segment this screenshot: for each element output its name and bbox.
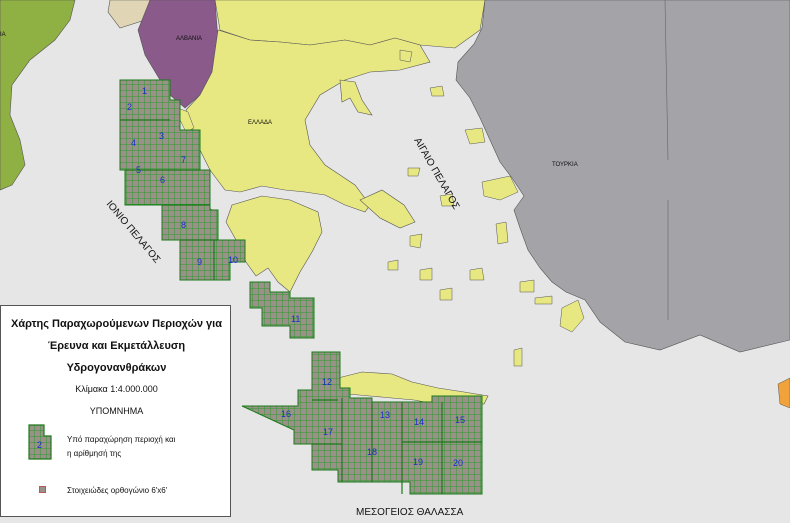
legend-title-line-3: Υδρογονανθράκων — [66, 362, 167, 374]
legend-title-line-2: Έρευνα και Εκμετάλλευση — [47, 340, 186, 352]
legend-elementary-rectangle-symbol — [39, 486, 46, 493]
block-13-label: 13 — [380, 410, 390, 420]
karpathos — [513, 347, 523, 367]
block-14-label: 14 — [414, 417, 424, 427]
block-9-label: 9 — [197, 257, 202, 267]
block-12-label: 12 — [322, 377, 332, 387]
block-18-label: 18 — [367, 447, 377, 457]
block-2-label: 2 — [127, 102, 132, 112]
block-8-label: 8 — [181, 220, 186, 230]
block-7-label: 7 — [181, 155, 186, 165]
italy-label: ΙΑ — [0, 32, 6, 38]
mediterranean-sea-label: ΜΕΣΟΓΕΙΟΣ ΘΑΛΑΣΣΑ — [356, 507, 464, 518]
greece-label: ΕΛΛΑΔΑ — [248, 120, 272, 126]
legend-sample-block-number: 2 — [37, 440, 42, 450]
block-15-label: 15 — [455, 415, 465, 425]
cyclades-c — [439, 287, 453, 301]
cyclades-a — [387, 259, 399, 271]
legend-title-line-1: Χάρτης Παραχωρούμενων Περιοχών για — [11, 318, 222, 330]
block-16-label: 16 — [281, 409, 291, 419]
block-19-label: 19 — [413, 457, 423, 467]
legend-item1-line2: η αρίθμησή της — [67, 449, 122, 458]
andros — [409, 233, 423, 249]
block-6-label: 6 — [160, 175, 165, 185]
albania-label: ΑΛΒΑΝΙΑ — [176, 36, 202, 42]
chios — [495, 221, 509, 245]
cyclades-d — [469, 267, 485, 281]
legend-item1-line1: Υπό παραχώρηση περιοχή και — [67, 435, 176, 444]
block-11-label: 11 — [291, 314, 300, 324]
skiathos — [407, 167, 421, 177]
block-4-label: 4 — [131, 138, 136, 148]
block-10-label: 10 — [228, 255, 238, 265]
block-3-label: 3 — [159, 131, 164, 141]
turkey-label: ΤΟΥΡΚΙΑ — [552, 162, 578, 168]
block-1-label: 1 — [142, 86, 147, 96]
dodecanese-a — [519, 279, 535, 293]
block-20-label: 20 — [453, 458, 463, 468]
legend-item2: Στοιχειώδες ορθογώνιο 6'x6' — [67, 486, 168, 495]
legend-concession-symbol: 2 — [28, 424, 52, 460]
samothrace — [429, 85, 445, 97]
map-legend: Χάρτης Παραχωρούμενων Περιοχών για Έρευν… — [0, 305, 231, 517]
block-17-label: 17 — [323, 427, 333, 437]
legend-header: ΥΠΟΜΝΗΜΑ — [89, 406, 144, 416]
legend-scale: Κλίμακα 1:4.000.000 — [75, 384, 158, 394]
cyclades-b — [419, 267, 433, 281]
thasos — [399, 49, 413, 63]
block-5-label: 5 — [136, 165, 141, 175]
